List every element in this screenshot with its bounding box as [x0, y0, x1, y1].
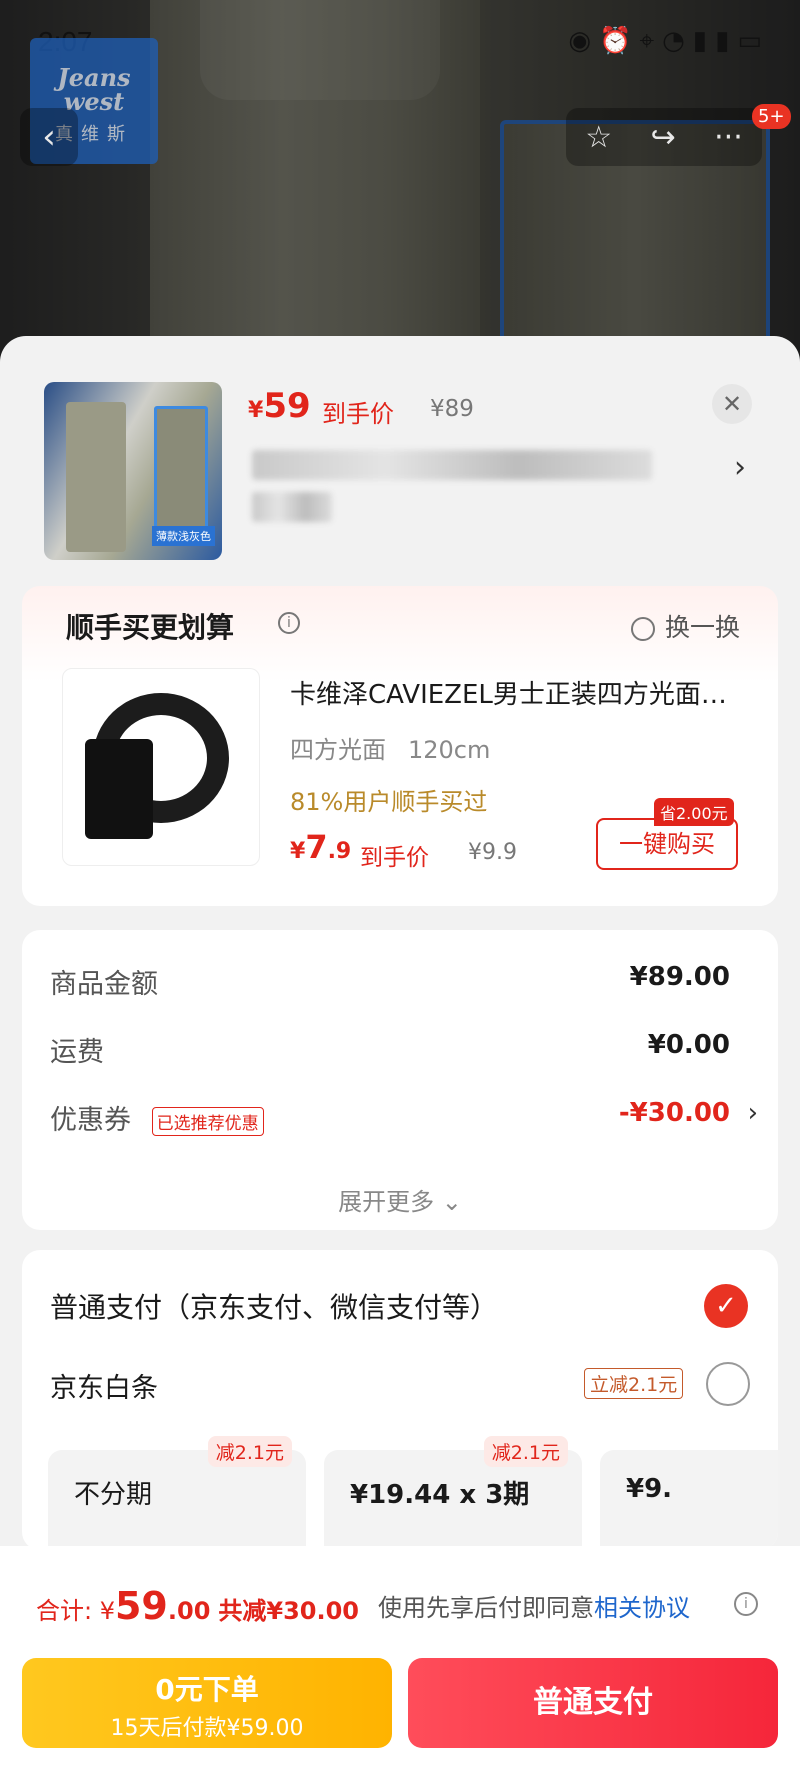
coupon-tag: 已选推荐优惠 — [151, 1107, 264, 1136]
addon-title: 顺手买更划算 — [66, 611, 235, 644]
addon-social-proof: 81%用户顺手买过 — [290, 788, 488, 816]
addon-product-name[interactable]: 卡维泽CAVIEZEL男士正装四方光面自动扣皮带 — [290, 674, 730, 711]
installment-tag: 减2.1元 — [483, 1436, 568, 1467]
product-title-redacted[interactable] — [252, 446, 702, 530]
addon-card: 顺手买更划算 i 换一换 卡维泽CAVIEZEL男士正装四方光面自动扣皮带 四方… — [22, 586, 778, 906]
addon-original-price: ¥9.9 — [468, 840, 517, 865]
wifi-icon: ◔ — [662, 26, 693, 56]
coupon-value: -¥30.00 — [618, 1098, 730, 1128]
top-action-pill: ☆ ↪ ··· — [566, 108, 762, 166]
installment-plan[interactable]: ¥9. — [600, 1450, 778, 1550]
star-icon[interactable]: ☆ — [585, 120, 612, 155]
installment-plan[interactable]: ¥19.44 x 3期 减2.1元 — [324, 1436, 582, 1550]
shipping-row: 运费 ¥0.00 — [50, 1030, 730, 1069]
battery-icon: ▭ — [737, 26, 770, 56]
thumb-pants-side — [154, 406, 208, 546]
expand-more-button[interactable]: 展开更多 ⌄ — [22, 1182, 778, 1217]
baitiao-radio[interactable] — [706, 1362, 750, 1406]
location-icon: ⌖ — [639, 26, 663, 56]
pay-later-title: 0元下单 — [155, 1673, 259, 1706]
installment-label: ¥9. — [626, 1474, 673, 1504]
shipping-label: 运费 — [50, 1037, 104, 1068]
payment-card: 普通支付（京东支付、微信支付等） ✓ 京东白条 立减2.1元 不分期 减2.1元… — [22, 1250, 778, 1550]
product-price: ¥59 — [248, 386, 311, 426]
chevron-down-icon: ⌄ — [441, 1188, 462, 1216]
more-icon[interactable]: ··· — [714, 120, 743, 155]
installment-label: 不分期 — [74, 1480, 153, 1510]
product-thumbnail[interactable]: 薄款浅灰色 — [44, 382, 222, 560]
close-icon: ✕ — [721, 390, 743, 418]
coupon-label: 优惠券 — [50, 1105, 131, 1136]
pay-later-subtitle: 15天后付款¥59.00 — [110, 1716, 304, 1741]
thumb-color-tag: 薄款浅灰色 — [152, 526, 215, 546]
order-summary-card: 商品金额 ¥89.00 运费 ¥0.00 优惠券 已选推荐优惠 -¥30.00 … — [22, 930, 778, 1230]
signal-icon: ▮▮ — [692, 26, 738, 56]
chevron-right-icon: › — [747, 1098, 758, 1128]
shipping-value: ¥0.00 — [647, 1030, 730, 1060]
notification-badge: 5+ — [752, 104, 791, 129]
close-button[interactable]: ✕ — [712, 384, 752, 424]
agreement-text: 使用先享后付即同意相关协议 — [378, 1594, 690, 1622]
addon-price: ¥7.9 — [290, 828, 352, 866]
order-total: 合计: ¥59.00 共减¥30.00 — [36, 1584, 360, 1628]
agreement-link[interactable]: 相关协议 — [594, 1594, 690, 1622]
chevron-left-icon: ‹ — [42, 117, 56, 157]
goods-amount-row: 商品金额 ¥89.00 — [50, 962, 730, 1001]
info-icon[interactable]: i — [734, 1592, 758, 1616]
bottom-action-bar: 合计: ¥59.00 共减¥30.00 使用先享后付即同意相关协议 i 0元下单 … — [0, 1546, 800, 1777]
share-icon[interactable]: ↪ — [651, 120, 676, 155]
pay-later-button[interactable]: 0元下单 15天后付款¥59.00 — [22, 1658, 392, 1748]
installment-tag: 减2.1元 — [207, 1436, 292, 1467]
refresh-icon — [630, 617, 655, 641]
info-icon[interactable]: i — [278, 612, 300, 634]
baitiao-discount-tag: 立减2.1元 — [584, 1368, 684, 1399]
coupon-row[interactable]: 优惠券 已选推荐优惠 -¥30.00 › — [50, 1098, 758, 1137]
back-button[interactable]: ‹ — [20, 108, 78, 166]
chevron-right-icon[interactable]: › — [734, 450, 746, 485]
normal-pay-button[interactable]: 普通支付 — [408, 1658, 778, 1748]
goods-amount-label: 商品金额 — [50, 969, 158, 1000]
addon-product-spec: 四方光面 120cm — [290, 736, 491, 764]
normal-payment-option[interactable]: 普通支付（京东支付、微信支付等） — [50, 1286, 498, 1326]
goods-amount-value: ¥89.00 — [629, 962, 730, 992]
checkmark-icon[interactable]: ✓ — [704, 1284, 748, 1328]
product-price-label: 到手价 — [322, 400, 394, 428]
installment-label: ¥19.44 x 3期 — [350, 1480, 530, 1510]
alarm-icon: ⏰ — [599, 26, 640, 56]
belt-buckle — [85, 739, 153, 839]
status-icons: ◉⏰⌖◔▮▮▭ — [568, 26, 770, 57]
addon-price-label: 到手价 — [360, 845, 429, 871]
thumb-pants-front — [66, 402, 126, 552]
product-original-price: ¥89 — [430, 396, 474, 422]
product-header: 薄款浅灰色 ¥59 到手价 ¥89 ✕ › — [0, 336, 800, 576]
baitiao-option[interactable]: 京东白条 — [50, 1366, 158, 1405]
addon-product-image[interactable] — [62, 668, 260, 866]
save-tag: 省2.00元 — [654, 798, 734, 826]
brand-logo-text: Jeans west — [57, 63, 131, 116]
refresh-button[interactable]: 换一换 — [630, 608, 740, 644]
installment-plan[interactable]: 不分期 减2.1元 — [48, 1436, 306, 1550]
eye-icon: ◉ — [568, 26, 600, 56]
